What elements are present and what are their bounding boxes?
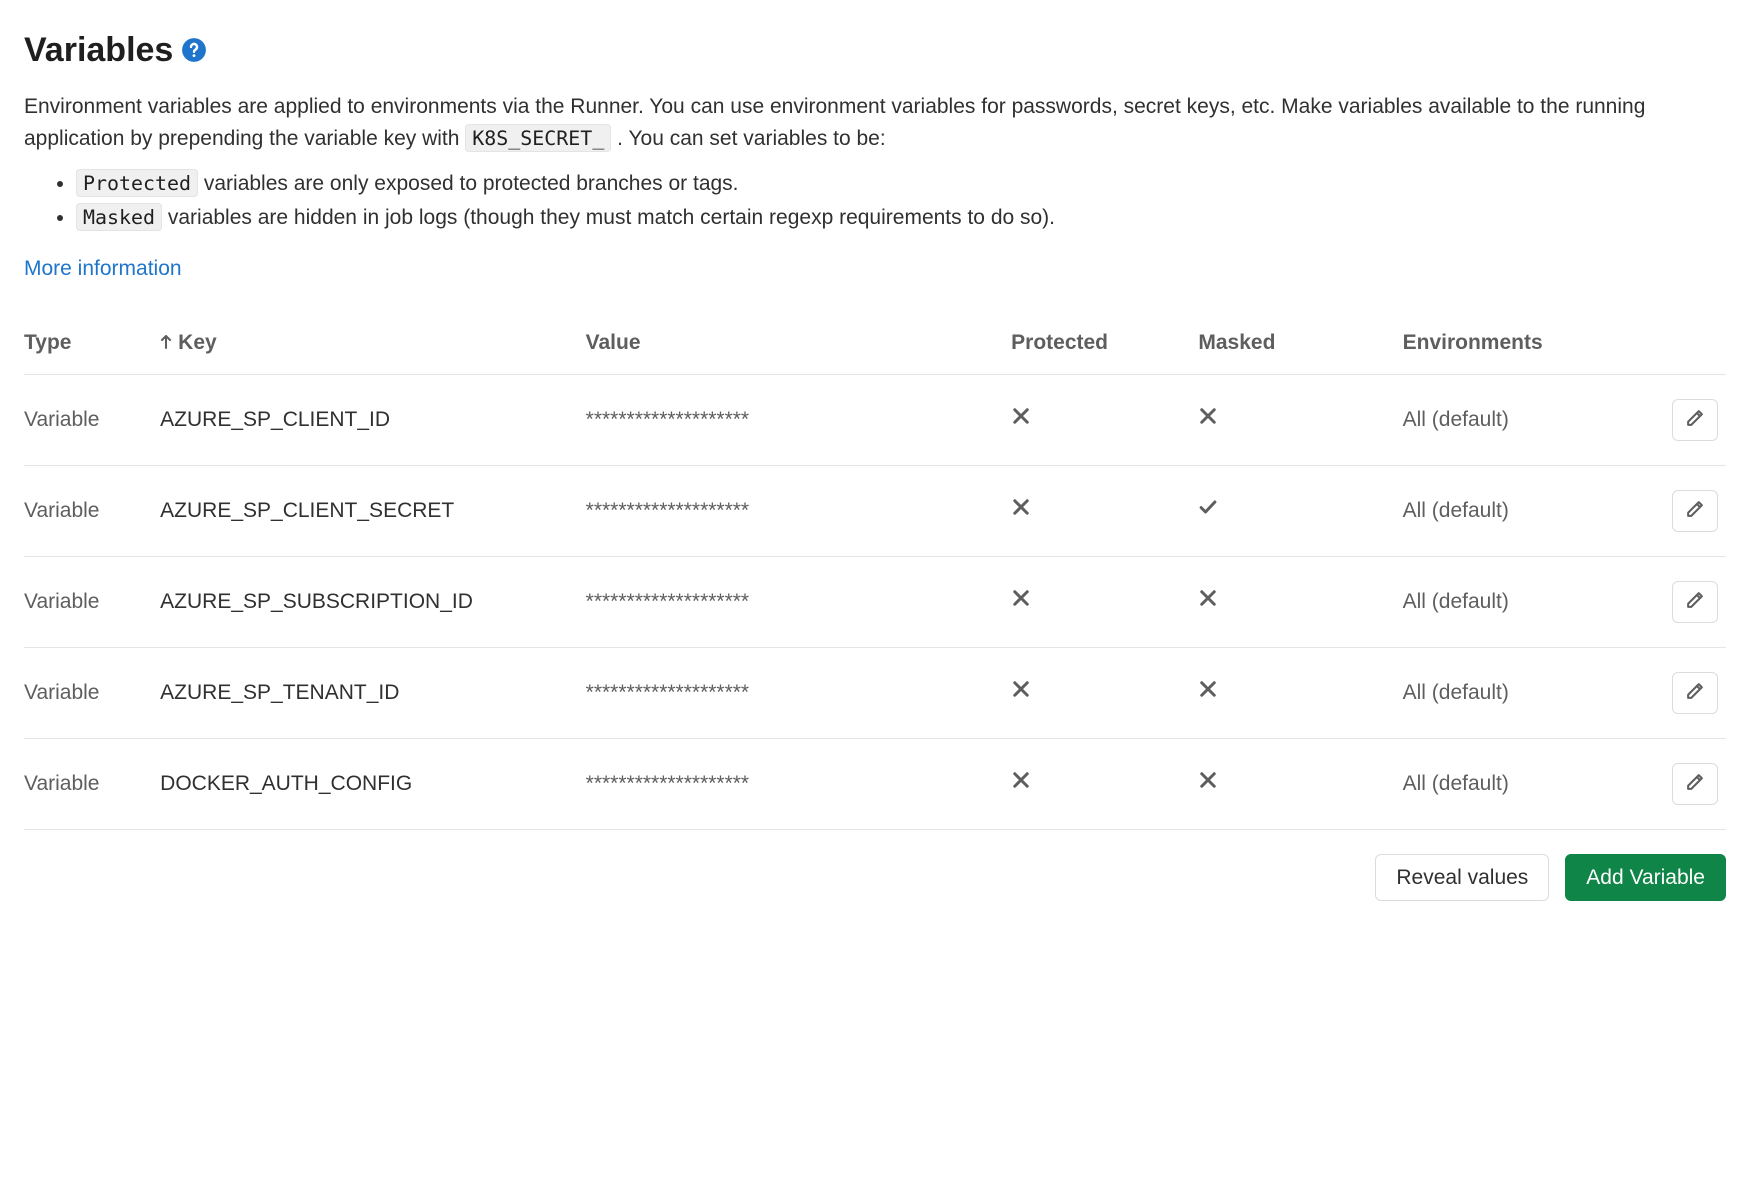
add-variable-button[interactable]: Add Variable: [1565, 854, 1726, 901]
cell-value: ********************: [586, 465, 1012, 556]
desc-post: . You can set variables to be:: [617, 127, 886, 150]
bullet-masked-text: variables are hidden in job logs (though…: [162, 206, 1055, 229]
col-key[interactable]: Key: [160, 317, 586, 374]
footer-actions: Reveal values Add Variable: [24, 854, 1726, 901]
cell-environments: All (default): [1403, 647, 1641, 738]
cell-masked: [1198, 738, 1402, 829]
col-value[interactable]: Value: [586, 317, 1012, 374]
x-icon: [1198, 590, 1218, 613]
edit-variable-button[interactable]: [1672, 581, 1718, 623]
cell-value: ********************: [586, 374, 1012, 465]
pencil-icon: [1685, 590, 1705, 613]
x-icon: [1011, 499, 1031, 522]
col-environments[interactable]: Environments: [1403, 317, 1641, 374]
pencil-icon: [1685, 408, 1705, 431]
x-icon: [1011, 408, 1031, 431]
cell-type: Variable: [24, 556, 160, 647]
x-icon: [1011, 590, 1031, 613]
x-icon: [1198, 408, 1218, 431]
table-row: VariableAZURE_SP_TENANT_ID**************…: [24, 647, 1726, 738]
sort-asc-icon: [160, 327, 174, 360]
more-information-link[interactable]: More information: [24, 257, 182, 280]
variables-table: Type Key Value Protected Masked Environm…: [24, 317, 1726, 830]
col-type[interactable]: Type: [24, 317, 160, 374]
cell-masked: [1198, 374, 1402, 465]
cell-masked: [1198, 556, 1402, 647]
table-row: VariableDOCKER_AUTH_CONFIG**************…: [24, 738, 1726, 829]
cell-type: Variable: [24, 465, 160, 556]
bullet-masked-code: Masked: [76, 203, 162, 231]
cell-type: Variable: [24, 647, 160, 738]
variable-type-bullets: Protected variables are only exposed to …: [24, 168, 1726, 235]
cell-protected: [1011, 647, 1198, 738]
bullet-protected-text: variables are only exposed to protected …: [198, 172, 738, 195]
section-title: Variables: [24, 24, 1726, 77]
bullet-protected-code: Protected: [76, 169, 198, 197]
table-row: VariableAZURE_SP_SUBSCRIPTION_ID********…: [24, 556, 1726, 647]
section-description: Environment variables are applied to env…: [24, 91, 1726, 156]
pencil-icon: [1685, 499, 1705, 522]
col-protected[interactable]: Protected: [1011, 317, 1198, 374]
section-title-text: Variables: [24, 24, 173, 77]
cell-protected: [1011, 738, 1198, 829]
cell-value: ********************: [586, 738, 1012, 829]
cell-value: ********************: [586, 647, 1012, 738]
cell-environments: All (default): [1403, 465, 1641, 556]
table-row: VariableAZURE_SP_CLIENT_SECRET**********…: [24, 465, 1726, 556]
cell-environments: All (default): [1403, 738, 1641, 829]
pencil-icon: [1685, 681, 1705, 704]
col-masked[interactable]: Masked: [1198, 317, 1402, 374]
x-icon: [1011, 681, 1031, 704]
edit-variable-button[interactable]: [1672, 399, 1718, 441]
x-icon: [1198, 772, 1218, 795]
cell-environments: All (default): [1403, 556, 1641, 647]
help-icon[interactable]: [181, 37, 207, 63]
edit-variable-button[interactable]: [1672, 490, 1718, 532]
cell-key: DOCKER_AUTH_CONFIG: [160, 738, 586, 829]
x-icon: [1198, 681, 1218, 704]
col-actions: [1641, 317, 1726, 374]
edit-variable-button[interactable]: [1672, 763, 1718, 805]
bullet-masked: Masked variables are hidden in job logs …: [76, 202, 1726, 235]
cell-type: Variable: [24, 738, 160, 829]
cell-key: AZURE_SP_CLIENT_ID: [160, 374, 586, 465]
cell-key: AZURE_SP_CLIENT_SECRET: [160, 465, 586, 556]
col-key-label: Key: [178, 331, 217, 354]
desc-code: K8S_SECRET_: [465, 124, 611, 152]
edit-variable-button[interactable]: [1672, 672, 1718, 714]
table-row: VariableAZURE_SP_CLIENT_ID**************…: [24, 374, 1726, 465]
cell-key: AZURE_SP_SUBSCRIPTION_ID: [160, 556, 586, 647]
bullet-protected: Protected variables are only exposed to …: [76, 168, 1726, 201]
cell-protected: [1011, 465, 1198, 556]
x-icon: [1011, 772, 1031, 795]
cell-value: ********************: [586, 556, 1012, 647]
reveal-values-button[interactable]: Reveal values: [1375, 854, 1549, 901]
cell-masked: [1198, 647, 1402, 738]
check-icon: [1198, 499, 1218, 522]
pencil-icon: [1685, 772, 1705, 795]
cell-protected: [1011, 556, 1198, 647]
cell-key: AZURE_SP_TENANT_ID: [160, 647, 586, 738]
cell-environments: All (default): [1403, 374, 1641, 465]
cell-protected: [1011, 374, 1198, 465]
cell-type: Variable: [24, 374, 160, 465]
cell-masked: [1198, 465, 1402, 556]
